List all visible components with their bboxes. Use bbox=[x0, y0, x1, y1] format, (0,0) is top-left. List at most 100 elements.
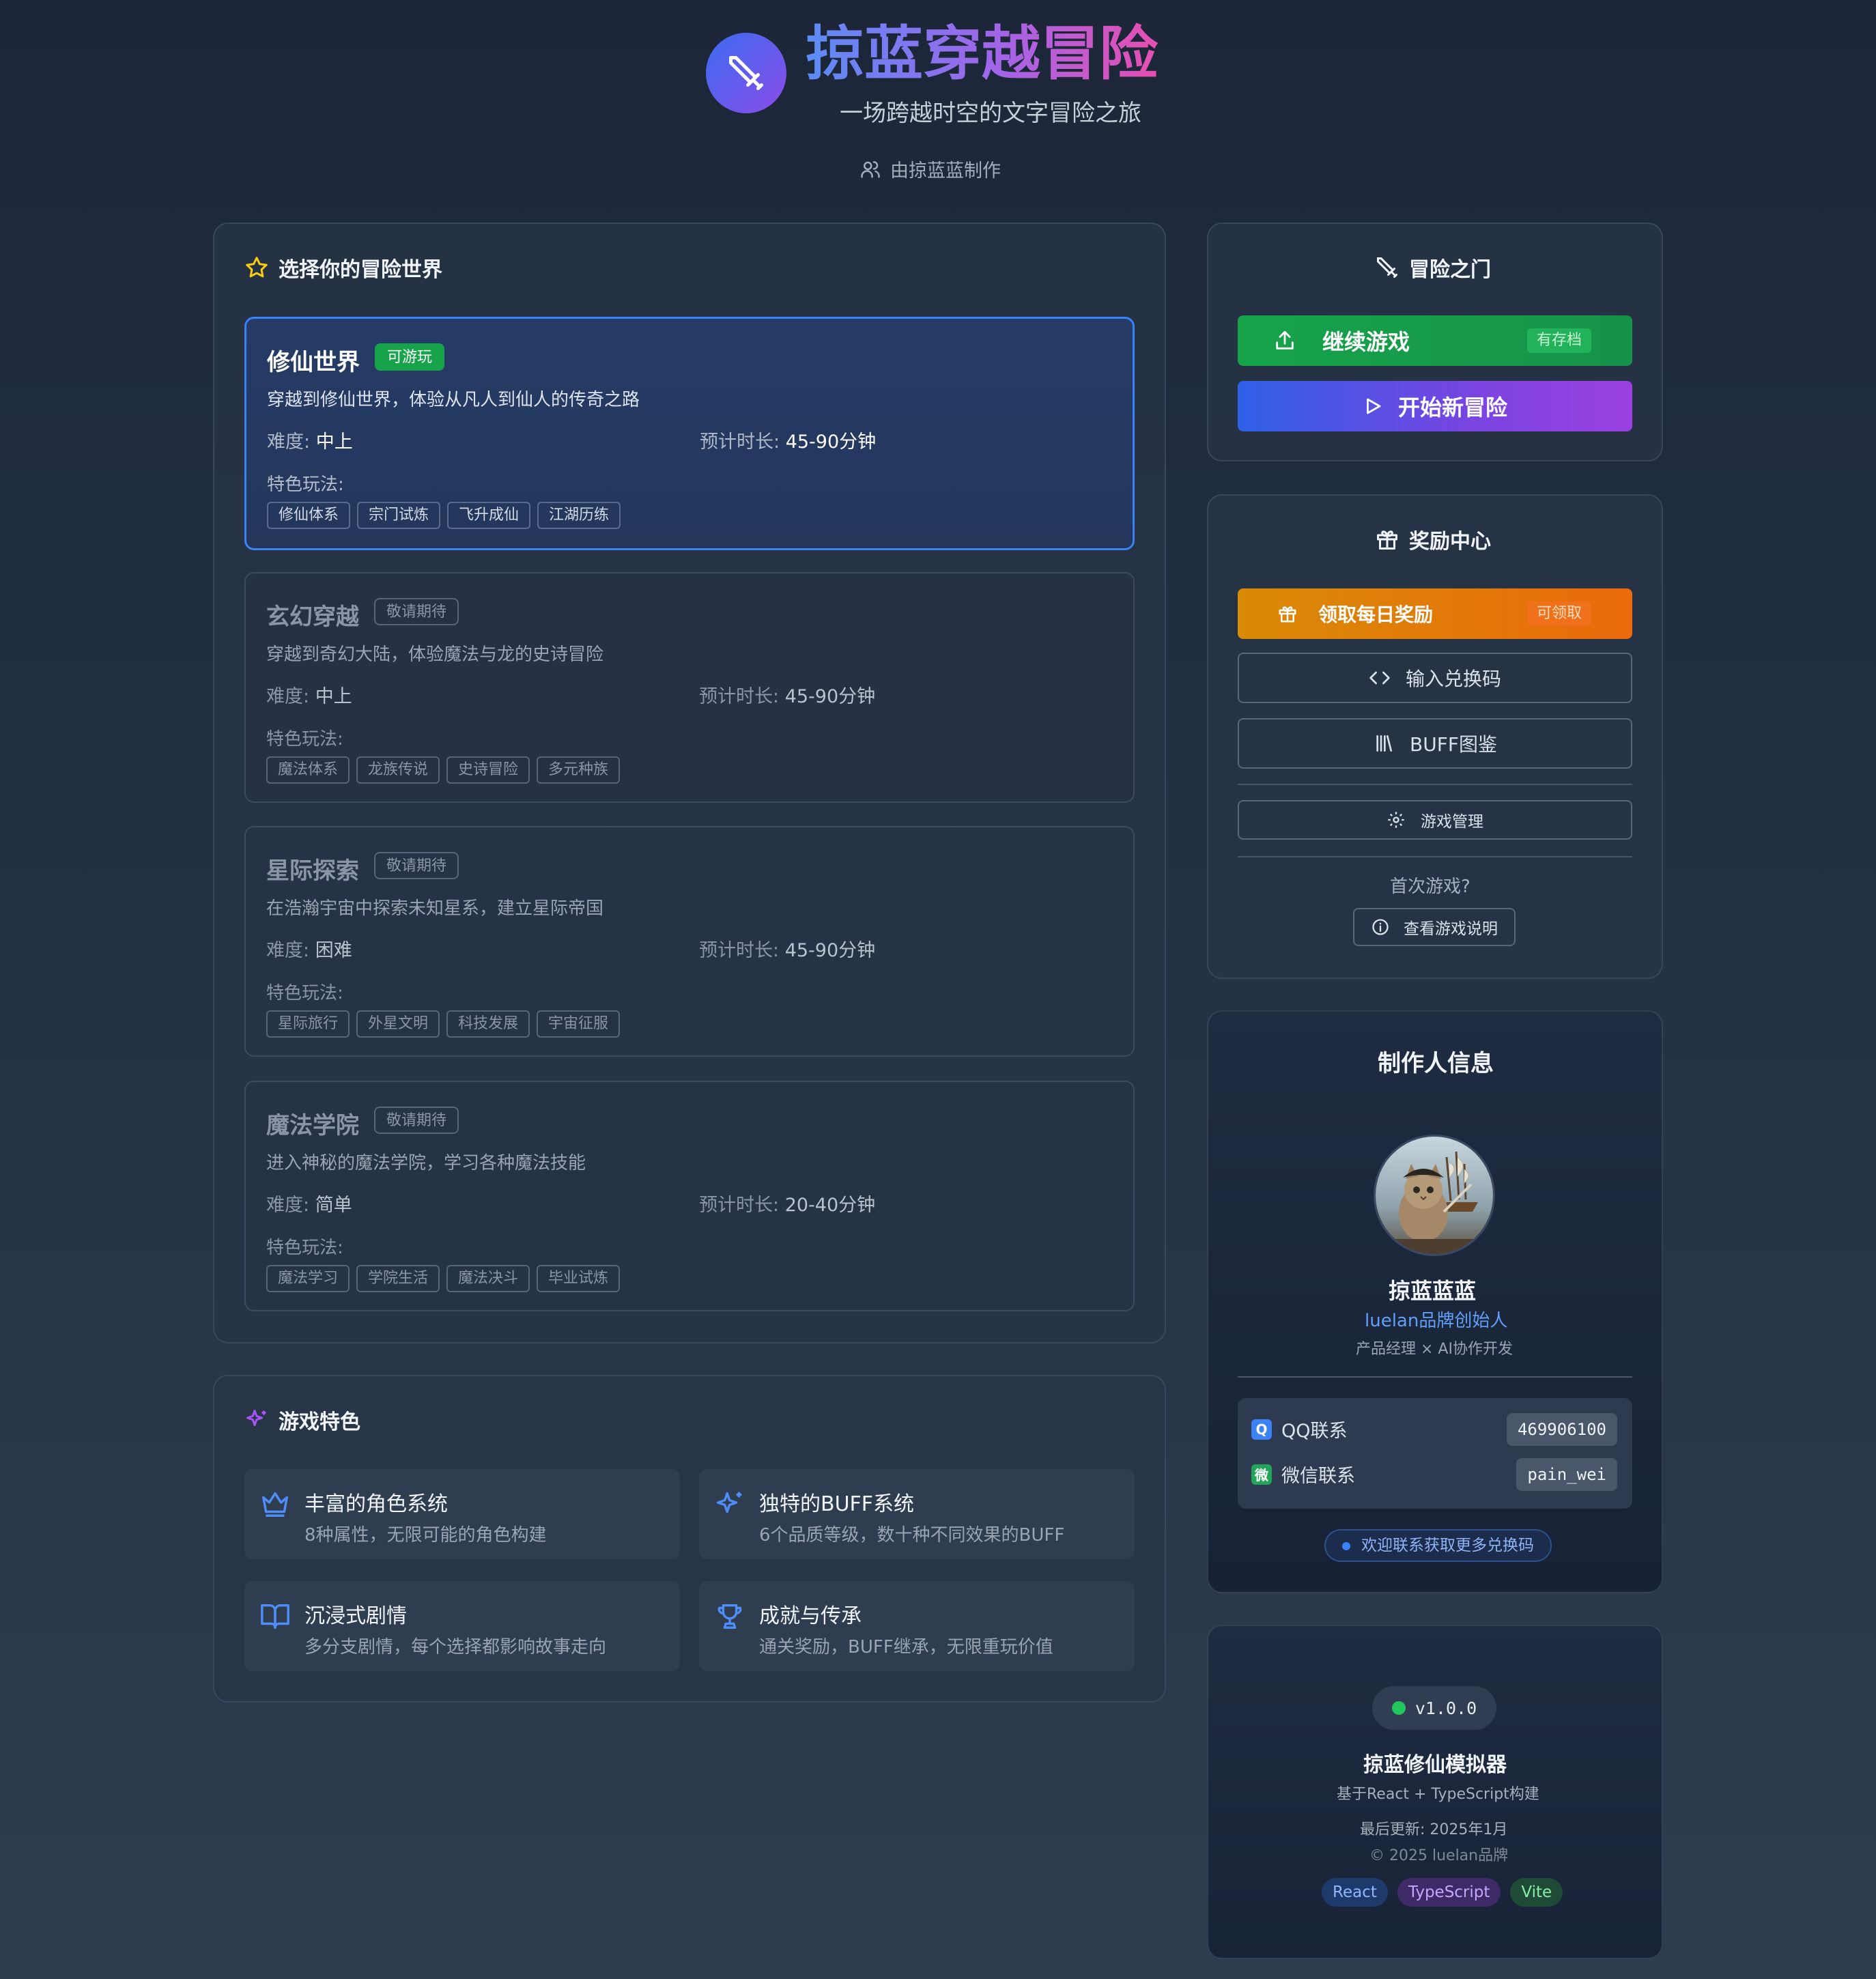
avatar bbox=[1374, 1135, 1495, 1256]
continue-game-button[interactable]: 继续游戏 有存档 bbox=[1238, 315, 1632, 366]
wechat-id[interactable]: pain_wei bbox=[1516, 1458, 1617, 1491]
world-name: 魔法学院 bbox=[266, 1112, 359, 1139]
qq-icon: Q bbox=[1251, 1419, 1272, 1440]
feature-tag: 宇宙征服 bbox=[537, 1010, 621, 1038]
world-card[interactable]: 星际探索 敬请期待 在浩瀚宇宙中探索未知星系，建立星际帝国 难度: 困难 预计时长: 4… bbox=[244, 826, 1135, 1057]
feature-tag: 毕业试炼 bbox=[537, 1265, 621, 1292]
adventure-gate-title: 冒险之门 bbox=[1375, 253, 1491, 283]
tech-tag: Vite bbox=[1510, 1878, 1563, 1907]
world-difficulty: 难度: 困难 bbox=[266, 935, 352, 962]
worlds-panel-title-text: 选择你的冒险世界 bbox=[279, 258, 442, 282]
redeem-code-button[interactable]: 输入兑换码 bbox=[1238, 653, 1632, 703]
code-icon bbox=[1369, 671, 1390, 685]
upload-icon bbox=[1276, 330, 1294, 350]
world-status-badge: 敬请期待 bbox=[374, 852, 459, 879]
rewards-title-text: 奖励中心 bbox=[1409, 530, 1491, 554]
qq-number[interactable]: 469906100 bbox=[1506, 1413, 1617, 1446]
features-label: 特色玩法: bbox=[266, 983, 343, 1003]
feature-title: 成就与传承 bbox=[759, 1604, 862, 1628]
wechat-icon: 微 bbox=[1251, 1464, 1272, 1485]
wechat-label: 微信联系 bbox=[1281, 1466, 1355, 1487]
feature-tag: 魔法体系 bbox=[266, 756, 350, 784]
duration-value: 45-90分钟 bbox=[784, 940, 876, 961]
new-adventure-label: 开始新冒险 bbox=[1397, 395, 1507, 421]
creator-subtitle: 产品经理 × AI协作开发 bbox=[1356, 1341, 1513, 1358]
crown-icon bbox=[262, 1492, 288, 1517]
feature-tag: 龙族传说 bbox=[356, 756, 440, 784]
version-badge: v1.0.0 bbox=[1372, 1686, 1496, 1730]
creator-role: luelan品牌创始人 bbox=[1365, 1311, 1508, 1331]
feature-tag: 学院生活 bbox=[356, 1265, 440, 1292]
world-card[interactable]: 魔法学院 敬请期待 进入神秘的魔法学院，学习各种魔法技能 难度: 简单 预计时长: 20… bbox=[244, 1081, 1135, 1311]
claimable-badge: 可领取 bbox=[1526, 601, 1591, 626]
redeem-code-label: 输入兑换码 bbox=[1405, 668, 1501, 690]
daily-reward-button[interactable]: 领取每日奖励 可领取 bbox=[1238, 588, 1632, 639]
gift-icon bbox=[1279, 606, 1296, 623]
status-dot bbox=[1391, 1701, 1406, 1715]
gear-icon bbox=[1388, 812, 1404, 828]
duration-label: 预计时长: bbox=[699, 940, 780, 961]
feature-tag: 宗门试炼 bbox=[357, 502, 441, 529]
world-difficulty: 难度: 中上 bbox=[267, 427, 353, 453]
app-name: 掠蓝修仙模拟器 bbox=[1363, 1753, 1507, 1777]
game-guide-button[interactable]: 查看游戏说明 bbox=[1353, 908, 1516, 946]
features-label: 特色玩法: bbox=[267, 474, 344, 495]
welcome-badge: 欢迎联系获取更多兑换码 bbox=[1324, 1529, 1552, 1562]
sparkles-icon bbox=[717, 1492, 742, 1513]
duration-label: 预计时长: bbox=[700, 431, 780, 453]
difficulty-label: 难度: bbox=[266, 1195, 310, 1216]
page-subtitle: 一场跨越时空的文字冒险之旅 bbox=[840, 100, 1141, 127]
world-name: 修仙世界 bbox=[267, 349, 360, 376]
duration-label: 预计时长: bbox=[699, 686, 780, 707]
feature-tag: 飞升成仙 bbox=[447, 502, 531, 529]
difficulty-label: 难度: bbox=[267, 431, 311, 453]
logo bbox=[706, 33, 786, 113]
duration-label: 预计时长: bbox=[699, 1195, 780, 1216]
daily-reward-label: 领取每日奖励 bbox=[1318, 603, 1434, 626]
buff-codex-label: BUFF图鉴 bbox=[1410, 733, 1497, 756]
difficulty-label: 难度: bbox=[266, 686, 310, 707]
feature-desc: 6个品质等级，数十种不同效果的BUFF bbox=[759, 1525, 1065, 1546]
world-duration: 预计时长: 45-90分钟 bbox=[699, 935, 875, 962]
feature-tag: 星际旅行 bbox=[266, 1010, 350, 1038]
feature-tag: 科技发展 bbox=[446, 1010, 530, 1038]
feature-tag: 魔法学习 bbox=[266, 1265, 350, 1292]
world-difficulty: 难度: 简单 bbox=[266, 1190, 352, 1216]
built-with: 基于React + TypeScript构建 bbox=[1337, 1786, 1539, 1803]
world-status-badge: 可游玩 bbox=[375, 343, 445, 371]
world-card[interactable]: 玄幻穿越 敬请期待 穿越到奇幻大陆，体验魔法与龙的史诗冒险 难度: 中上 预计时长: 4… bbox=[244, 572, 1135, 803]
difficulty-label: 难度: bbox=[266, 940, 310, 961]
difficulty-value: 困难 bbox=[315, 940, 352, 961]
game-management-button[interactable]: 游戏管理 bbox=[1238, 800, 1632, 840]
features-label: 特色玩法: bbox=[266, 1238, 343, 1258]
difficulty-value: 简单 bbox=[315, 1195, 352, 1216]
qq-contact-row: Q QQ联系 bbox=[1251, 1416, 1348, 1442]
feature-tags: 魔法学习 学院生活 魔法决斗 毕业试炼 bbox=[266, 1265, 621, 1292]
new-adventure-button[interactable]: 开始新冒险 bbox=[1238, 381, 1632, 431]
feature-tag: 魔法决斗 bbox=[446, 1265, 530, 1292]
sword-icon bbox=[1377, 257, 1397, 278]
feature-tags: 魔法体系 龙族传说 史诗冒险 多元种族 bbox=[266, 756, 621, 784]
features-panel-title: 游戏特色 bbox=[244, 1405, 360, 1435]
creator-title: 制作人信息 bbox=[1378, 1050, 1494, 1077]
feature-item: 成就与传承 通关奖励，BUFF继承，无限重玩价值 bbox=[699, 1581, 1135, 1671]
library-icon bbox=[1376, 735, 1393, 752]
buff-codex-button[interactable]: BUFF图鉴 bbox=[1238, 718, 1632, 769]
wechat-contact-row: 微 微信联系 bbox=[1251, 1461, 1355, 1487]
info-icon bbox=[1372, 919, 1389, 935]
users-icon bbox=[861, 160, 880, 177]
game-management-label: 游戏管理 bbox=[1421, 813, 1483, 831]
world-card[interactable]: 修仙世界 可游玩 穿越到修仙世界，体验从凡人到仙人的传奇之路 难度: 中上 预计时长: … bbox=[244, 317, 1135, 550]
duration-value: 20-40分钟 bbox=[784, 1195, 876, 1216]
feature-desc: 多分支剧情，每个选择都影响故事走向 bbox=[304, 1637, 607, 1657]
divider bbox=[1238, 1376, 1632, 1378]
difficulty-value: 中上 bbox=[315, 686, 352, 707]
world-desc: 穿越到奇幻大陆，体验魔法与龙的史诗冒险 bbox=[266, 644, 604, 665]
tech-tag: TypeScript bbox=[1397, 1878, 1501, 1907]
duration-value: 45-90分钟 bbox=[785, 431, 877, 453]
divider bbox=[1238, 784, 1632, 785]
world-status-badge: 敬请期待 bbox=[374, 598, 459, 625]
world-name: 星际探索 bbox=[266, 857, 359, 885]
worlds-panel-title: 选择你的冒险世界 bbox=[244, 253, 442, 283]
last-updated: 最后更新: 2025年1月 bbox=[1360, 1821, 1508, 1838]
